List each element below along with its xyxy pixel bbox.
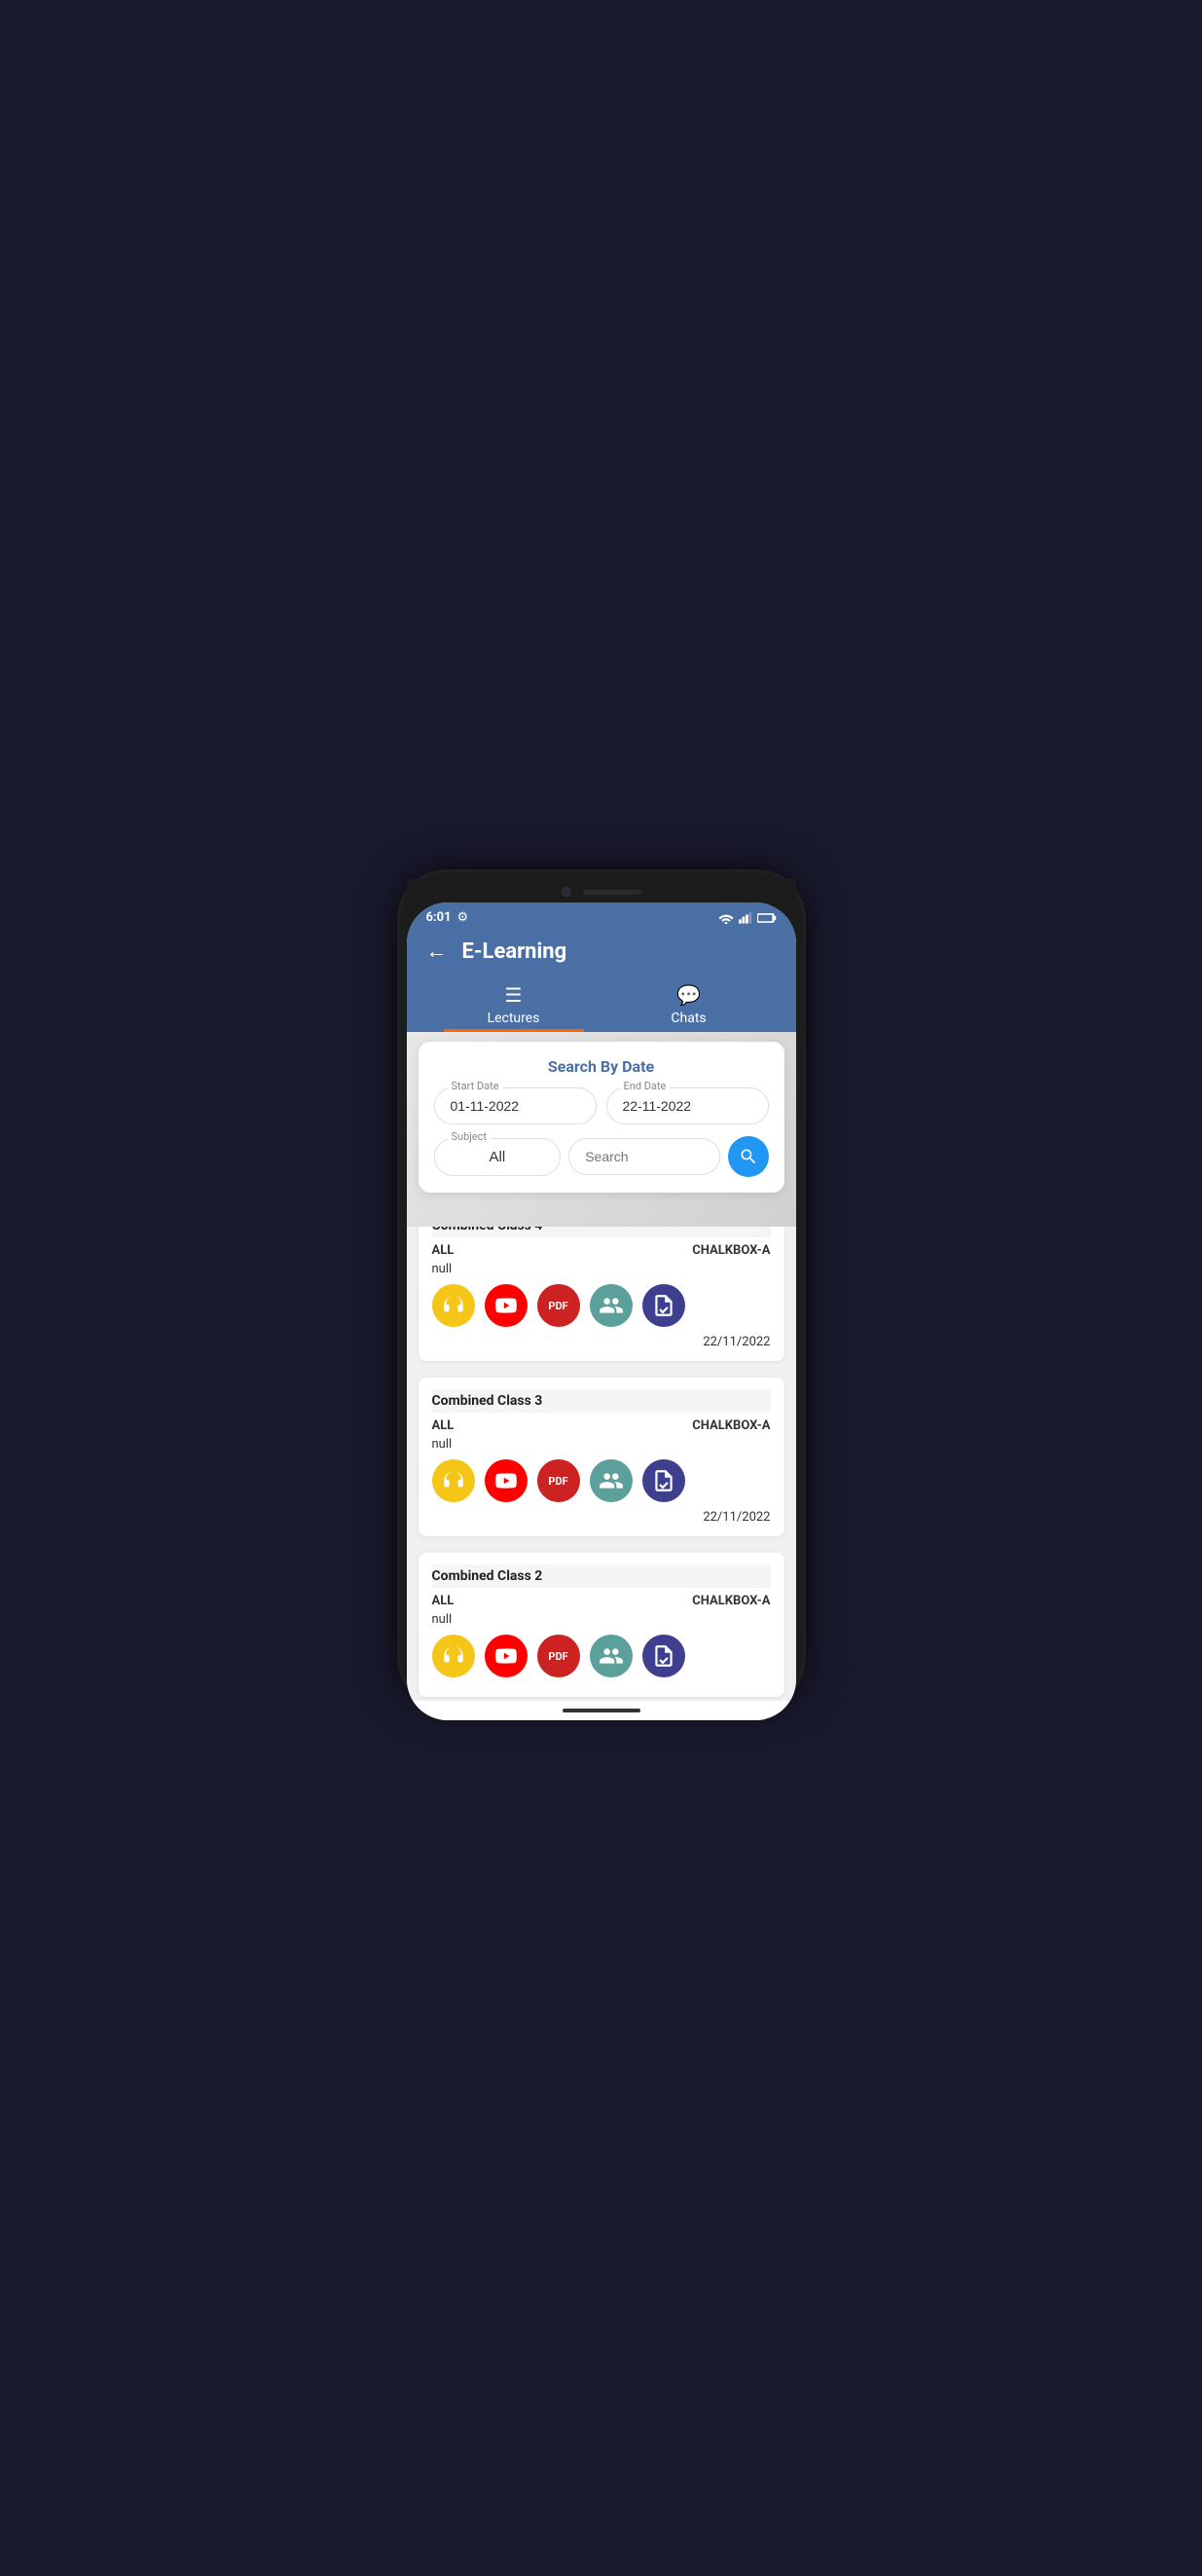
tab-lectures[interactable]: ☰ Lectures	[426, 975, 601, 1032]
pdf-icon-3[interactable]: PDF	[537, 1635, 580, 1677]
youtube-icon-1[interactable]	[485, 1284, 528, 1327]
start-date-field: Start Date	[434, 1087, 597, 1124]
notes-icon-1[interactable]	[642, 1284, 685, 1327]
search-input-wrap	[568, 1138, 719, 1175]
youtube-icon-2[interactable]	[485, 1459, 528, 1502]
pdf-icon-1[interactable]: PDF	[537, 1284, 580, 1327]
people-icon-1[interactable]	[590, 1284, 633, 1327]
class-chalkbox-2: CHALKBOX-A	[692, 1418, 770, 1433]
status-icons	[718, 912, 777, 924]
search-input[interactable]	[568, 1138, 719, 1175]
end-date-input[interactable]	[606, 1087, 769, 1124]
people-icon-2[interactable]	[590, 1459, 633, 1502]
wifi-icon	[718, 912, 734, 924]
divider-1	[419, 1369, 784, 1370]
bottom-bar	[407, 1701, 796, 1720]
class-name-3: Combined Class 2	[432, 1564, 771, 1588]
chats-icon: 💬	[676, 983, 701, 1007]
end-date-field: End Date	[606, 1087, 769, 1124]
header: ← E-Learning ☰ Lectures 💬 Chats	[407, 929, 796, 1032]
speaker	[583, 890, 641, 895]
end-date-label: End Date	[620, 1080, 671, 1092]
search-card: Search By Date Start Date End Date Subje…	[419, 1042, 784, 1193]
subject-input[interactable]	[434, 1138, 562, 1176]
tab-lectures-label: Lectures	[488, 1011, 540, 1026]
class-null-2: null	[432, 1437, 771, 1452]
pdf-icon-2[interactable]: PDF	[537, 1459, 580, 1502]
audio-icon-1[interactable]	[432, 1284, 475, 1327]
youtube-icon-3[interactable]	[485, 1635, 528, 1677]
class-null-1: null	[432, 1262, 771, 1276]
settings-icon: ⚙	[457, 910, 469, 925]
subject-label: Subject	[448, 1130, 492, 1143]
people-icon-3[interactable]	[590, 1635, 633, 1677]
date-row: Start Date End Date	[434, 1087, 769, 1124]
class-date-1: 22/11/2022	[432, 1335, 771, 1349]
audio-icon-3[interactable]	[432, 1635, 475, 1677]
camera	[562, 887, 571, 897]
class-icons-2: PDF	[432, 1459, 771, 1502]
class-chalkbox-3: CHALKBOX-A	[692, 1594, 770, 1608]
class-meta-1: ALL CHALKBOX-A	[432, 1243, 771, 1258]
status-bar: 6:01 ⚙	[407, 902, 796, 929]
search-icon	[739, 1147, 758, 1166]
search-button[interactable]	[728, 1136, 769, 1177]
class-icons-1: PDF	[432, 1284, 771, 1327]
audio-icon-2[interactable]	[432, 1459, 475, 1502]
search-row: Subject	[434, 1136, 769, 1177]
main-content: BACK TO SCHOOL Search By Date Start Date…	[407, 1032, 796, 1701]
class-all-2: ALL	[432, 1418, 455, 1433]
class-all-1: ALL	[432, 1243, 455, 1258]
back-button[interactable]: ←	[426, 938, 448, 964]
class-null-3: null	[432, 1612, 771, 1627]
class-icons-3: PDF	[432, 1635, 771, 1677]
class-card-3: Combined Class 2 ALL CHALKBOX-A null	[419, 1553, 784, 1697]
signal-icon	[739, 912, 752, 924]
status-time: 6:01	[426, 910, 452, 925]
home-indicator	[563, 1709, 640, 1712]
class-card-2: Combined Class 3 ALL CHALKBOX-A null	[419, 1378, 784, 1536]
lectures-icon: ☰	[505, 983, 523, 1007]
notes-icon-2[interactable]	[642, 1459, 685, 1502]
battery-icon	[757, 912, 777, 924]
start-date-input[interactable]	[434, 1087, 597, 1124]
class-all-3: ALL	[432, 1594, 455, 1608]
tab-chats-label: Chats	[671, 1011, 706, 1026]
page-title: E-Learning	[462, 939, 567, 964]
subject-field: Subject	[434, 1138, 562, 1176]
search-card-title: Search By Date	[434, 1057, 769, 1076]
tab-chats[interactable]: 💬 Chats	[601, 975, 777, 1032]
class-chalkbox-1: CHALKBOX-A	[692, 1243, 770, 1258]
class-meta-3: ALL CHALKBOX-A	[432, 1594, 771, 1608]
class-name-2: Combined Class 3	[432, 1389, 771, 1413]
tab-bar: ☰ Lectures 💬 Chats	[426, 975, 777, 1032]
class-meta-2: ALL CHALKBOX-A	[432, 1418, 771, 1433]
divider-2	[419, 1544, 784, 1545]
notes-icon-3[interactable]	[642, 1635, 685, 1677]
start-date-label: Start Date	[448, 1080, 503, 1092]
class-date-2: 22/11/2022	[432, 1510, 771, 1525]
